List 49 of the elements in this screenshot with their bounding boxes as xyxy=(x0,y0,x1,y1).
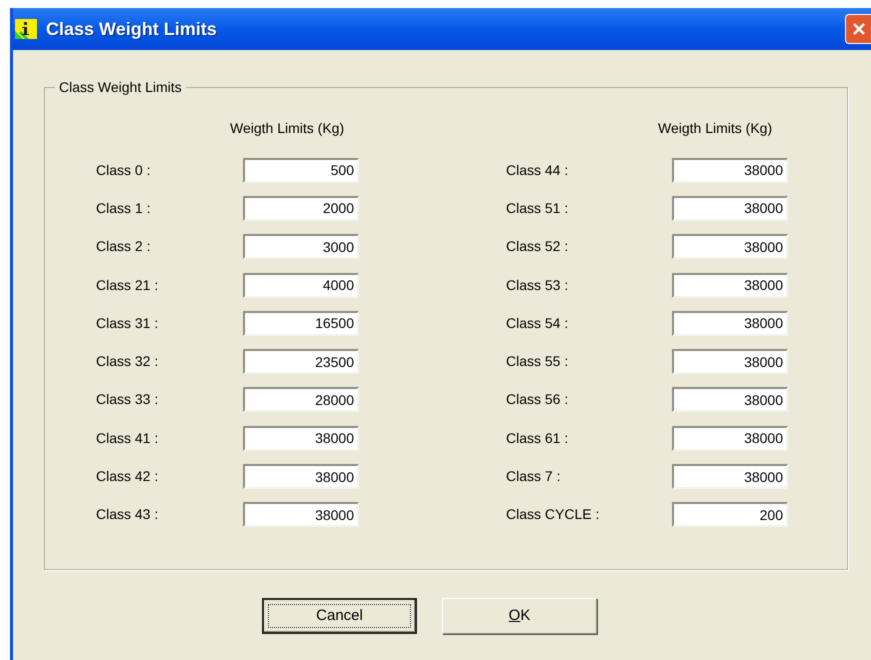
field-label: Class 54 : xyxy=(506,314,570,333)
weight-field[interactable]: 38000 xyxy=(672,464,788,490)
weight-field[interactable]: 500 xyxy=(243,158,359,183)
weight-field[interactable]: 200 xyxy=(672,502,788,528)
close-icon xyxy=(850,21,866,37)
column-header: Weigth Limits (Kg) xyxy=(230,119,344,138)
weight-field[interactable]: 38000 xyxy=(243,502,359,528)
ok-button[interactable]: OK xyxy=(442,598,597,634)
weight-field[interactable]: 2000 xyxy=(243,196,359,221)
weight-field[interactable]: 38000 xyxy=(672,196,788,221)
field-label: Class 43 : xyxy=(96,505,160,524)
field-label: Class 32 : xyxy=(96,352,160,372)
weight-field[interactable]: 38000 xyxy=(672,349,788,374)
weight-field[interactable]: 38000 xyxy=(672,426,788,451)
field-label: Class 42 : xyxy=(96,467,160,486)
field-label: Class 31 : xyxy=(96,314,160,333)
field-label: Class 41 : xyxy=(96,428,160,448)
weight-field[interactable]: 38000 xyxy=(672,234,788,260)
info-icon xyxy=(15,19,37,39)
field-label: Class 56 : xyxy=(506,390,570,410)
weight-field[interactable]: 38000 xyxy=(243,426,359,451)
field-label: Class 33 : xyxy=(96,390,160,410)
field-label: Class 44 : xyxy=(506,160,570,180)
group-title: Class Weight Limits xyxy=(55,79,186,95)
field-label: Class 7 : xyxy=(506,467,562,486)
field-label: Class 0 : xyxy=(96,160,152,180)
weight-field[interactable]: 28000 xyxy=(243,387,359,412)
field-label: Class 61 : xyxy=(506,428,570,448)
field-label: Class 53 : xyxy=(506,276,570,295)
weight-field[interactable]: 4000 xyxy=(243,272,359,298)
weight-field[interactable]: 38000 xyxy=(672,272,788,298)
field-label: Class 51 : xyxy=(506,198,570,218)
field-label: Class 1 : xyxy=(96,198,152,218)
weight-field[interactable]: 38000 xyxy=(672,310,788,336)
weight-field[interactable]: 3000 xyxy=(243,234,359,260)
close-button[interactable] xyxy=(845,14,871,44)
field-label: Class CYCLE : xyxy=(506,505,600,524)
weight-field[interactable]: 38000 xyxy=(243,464,359,490)
window-title: Class Weight Limits xyxy=(46,18,217,41)
cancel-button[interactable]: Cancel xyxy=(262,598,417,634)
column-header: Weigth Limits (Kg) xyxy=(658,119,772,138)
field-label: Class 55 : xyxy=(506,352,570,372)
weight-field[interactable]: 16500 xyxy=(243,310,359,336)
field-label: Class 21 : xyxy=(96,276,160,295)
field-label: Class 2 : xyxy=(96,237,152,256)
weight-field[interactable]: 38000 xyxy=(672,387,788,412)
weight-field[interactable]: 23500 xyxy=(243,349,359,374)
weight-field[interactable]: 38000 xyxy=(672,158,788,183)
field-label: Class 52 : xyxy=(506,237,570,256)
